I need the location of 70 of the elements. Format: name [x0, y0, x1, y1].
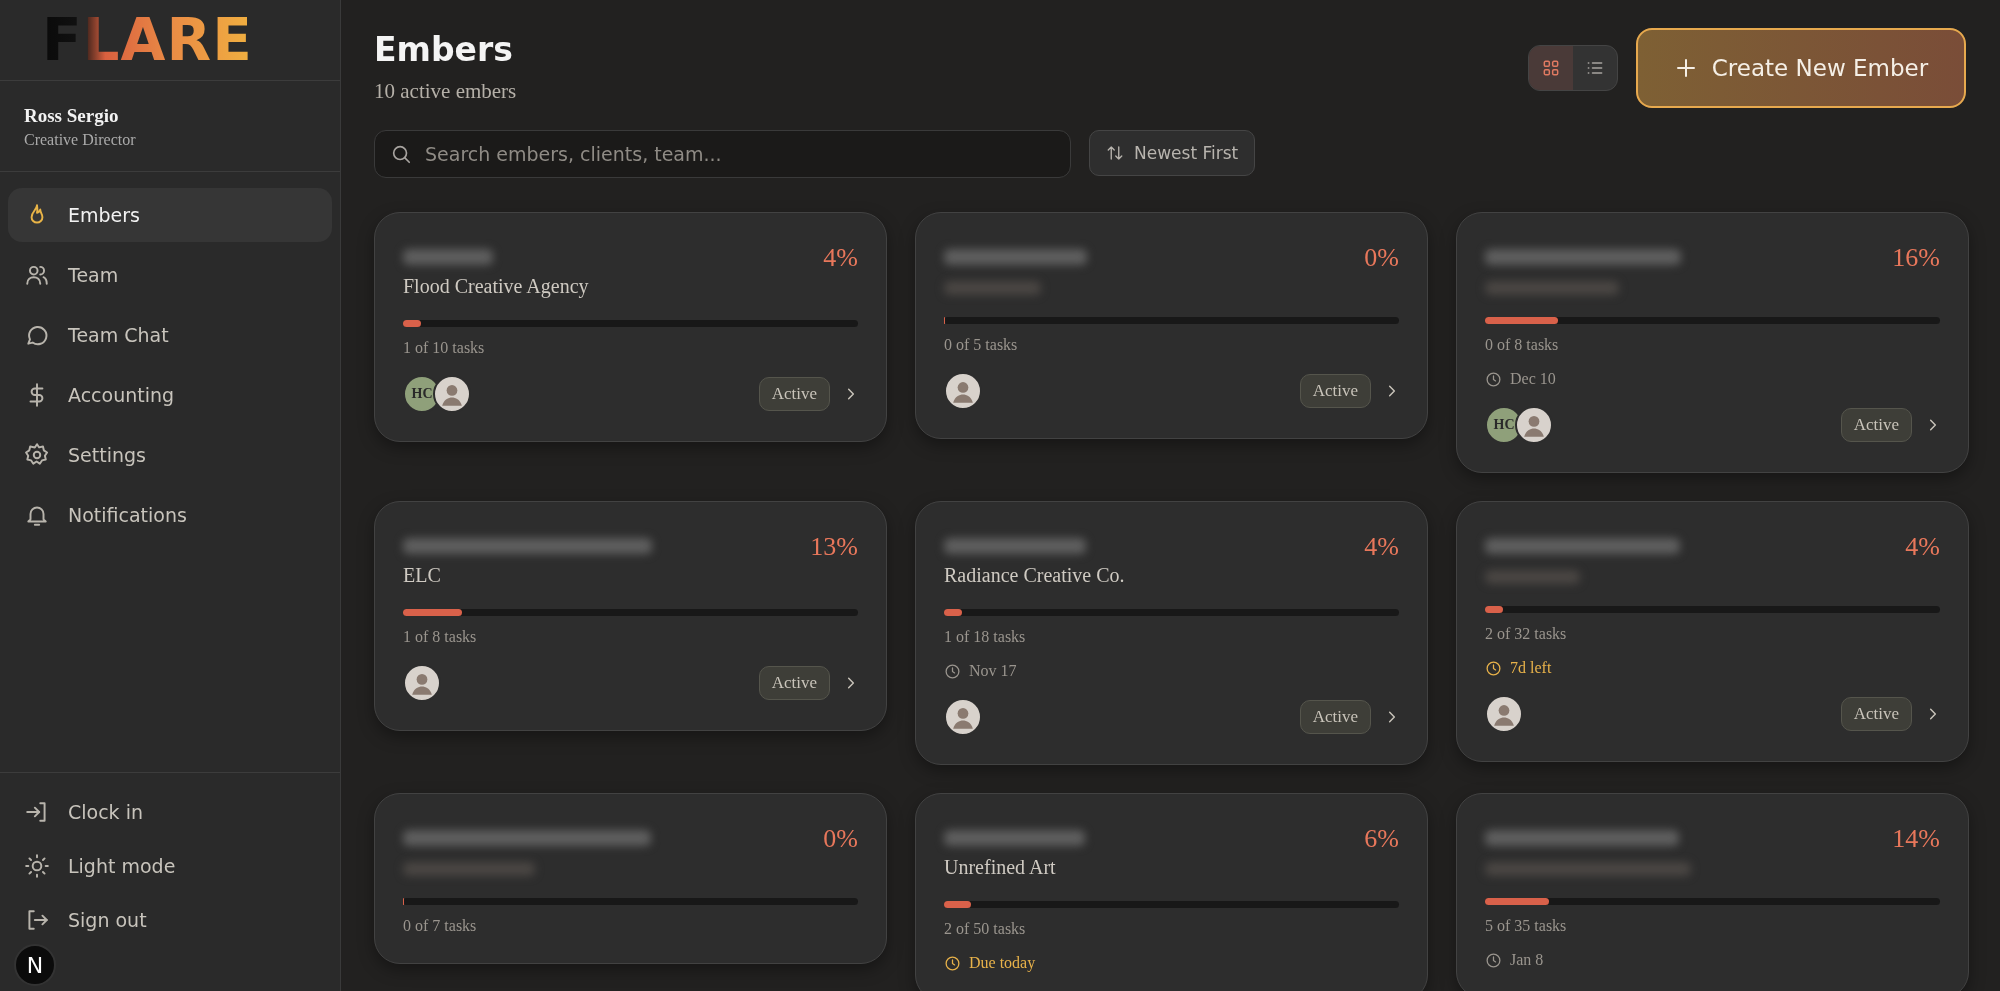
sort-button[interactable]: Newest First	[1089, 130, 1256, 176]
progress-percent: 0%	[823, 824, 858, 854]
progress-percent: 4%	[1364, 532, 1399, 562]
client-name: Flood Creative Agency	[403, 275, 590, 298]
sort-icon	[1106, 144, 1124, 162]
client-name: Radiance Creative Co.	[944, 564, 1126, 587]
clock-icon	[1485, 659, 1502, 677]
clock-icon	[1485, 951, 1502, 969]
client-name: ELC	[403, 564, 442, 587]
status-tag: Active	[1840, 697, 1912, 731]
search-icon	[390, 143, 412, 165]
task-count: 0 of 7 tasks	[403, 917, 478, 935]
sun-icon	[24, 853, 50, 879]
task-count: 1 of 18 tasks	[944, 628, 1027, 646]
nav-item[interactable]: Team	[8, 248, 332, 302]
page-title: Embers	[374, 30, 514, 69]
due-text: Due today	[969, 954, 1036, 972]
ember-card[interactable]: 0% 0 of 5 tasks Active	[915, 212, 1428, 439]
progress-percent: 0%	[1364, 243, 1399, 273]
task-count: 0 of 5 tasks	[944, 336, 1019, 354]
view-toggle-button[interactable]	[1529, 46, 1573, 90]
create-button[interactable]: Create New Ember	[1636, 28, 1966, 108]
task-count: 0 of 8 tasks	[1485, 336, 1560, 354]
due-text: Dec 10	[1510, 370, 1556, 388]
clock-icon	[944, 662, 961, 680]
ember-card[interactable]: Radiance Creative Co. 4% 1 of 18 tasks Nov 17 Active	[915, 501, 1428, 765]
progress-percent: 4%	[823, 243, 858, 273]
status-tag: Active	[1299, 700, 1371, 734]
search-field[interactable]: Search embers, clients, team...	[374, 130, 1071, 178]
nav-item[interactable]: Clock in	[8, 787, 332, 837]
client-name: Unrefined Art	[944, 856, 1057, 879]
progress-percent: 14%	[1892, 824, 1940, 854]
due-text: 7d left	[1510, 659, 1552, 677]
ember-card[interactable]: 14% 5 of 35 tasks Jan 8	[1456, 793, 1969, 991]
user-name: Ross Sergio	[24, 105, 120, 127]
clock-icon	[1485, 370, 1502, 388]
status-tag: Active	[1299, 374, 1371, 408]
status-tag: Active	[1840, 408, 1912, 442]
dev-badge[interactable]: N	[14, 944, 56, 986]
nav-item[interactable]: Notifications	[8, 488, 332, 542]
page-subtitle: 10 active embers	[374, 79, 517, 104]
nav-item[interactable]: Settings	[8, 428, 332, 482]
task-count: 2 of 50 tasks	[944, 920, 1027, 938]
ember-card[interactable]: 16% 0 of 8 tasks Dec 10 HC Active	[1456, 212, 1969, 473]
task-count: 1 of 8 tasks	[403, 628, 478, 646]
nav-item[interactable]: Team Chat	[8, 308, 332, 362]
user-role: Creative Director	[24, 131, 137, 149]
task-count: 2 of 32 tasks	[1485, 625, 1568, 643]
ember-card[interactable]: 4% 2 of 32 tasks 7d left Active	[1456, 501, 1969, 762]
progress-percent: 6%	[1364, 824, 1399, 854]
ember-card[interactable]: ELC 13% 1 of 8 tasks Active	[374, 501, 887, 731]
settings-icon	[24, 442, 50, 468]
progress-percent: 16%	[1892, 243, 1940, 273]
nav-item[interactable]: Light mode	[8, 841, 332, 891]
task-count: 1 of 10 tasks	[403, 339, 486, 357]
grid-icon	[1541, 58, 1561, 78]
ember-card[interactable]: Unrefined Art 6% 2 of 50 tasks Due today	[915, 793, 1428, 991]
status-tag: Active	[758, 377, 830, 411]
clock-icon	[944, 954, 961, 972]
due-text: Nov 17	[969, 662, 1017, 680]
progress-percent: 4%	[1905, 532, 1940, 562]
task-count: 5 of 35 tasks	[1485, 917, 1568, 935]
nav-item[interactable]: Accounting	[8, 368, 332, 422]
status-tag: Active	[758, 666, 830, 700]
nav-item[interactable]: Embers	[8, 188, 332, 242]
ember-card[interactable]: Flood Creative Agency 4% 1 of 10 tasks HC Active	[374, 212, 887, 442]
ember-card[interactable]: 0% 0 of 7 tasks	[374, 793, 887, 964]
progress-percent: 13%	[810, 532, 858, 562]
due-text: Jan 8	[1510, 951, 1544, 969]
nav-item[interactable]: Sign out	[8, 895, 332, 945]
